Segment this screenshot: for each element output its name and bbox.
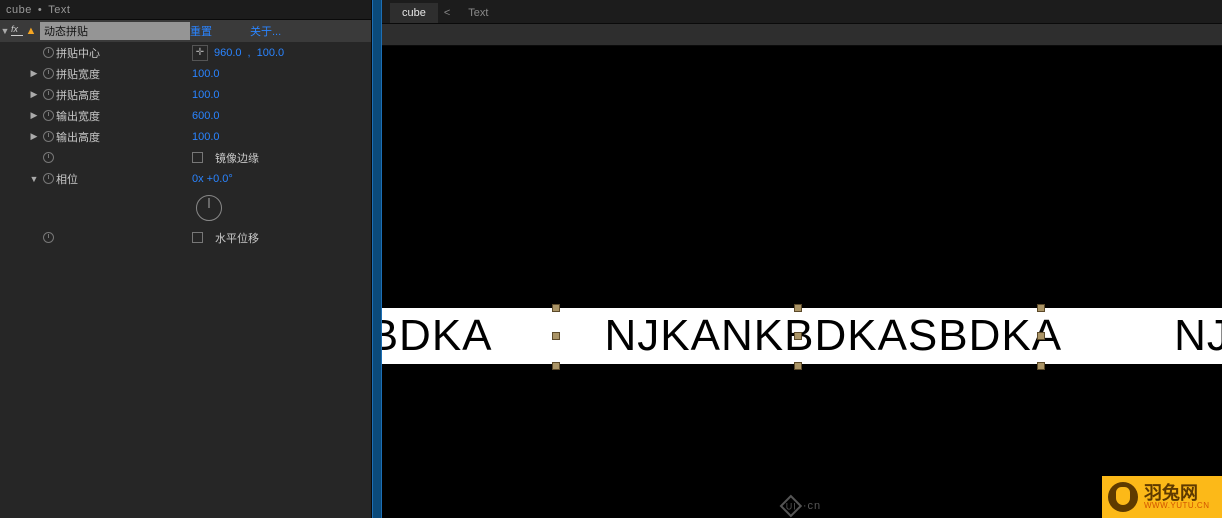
panel-splitter[interactable]: [372, 0, 382, 518]
text-segment: ASBDKA: [382, 311, 549, 361]
selection-handle[interactable]: [794, 304, 802, 312]
prop-label: 拼贴中心: [56, 45, 192, 61]
angle-dial[interactable]: [196, 195, 222, 221]
watermark-text: ·cn: [803, 500, 821, 512]
stopwatch-icon[interactable]: [40, 47, 56, 58]
checkbox-label: 水平位移: [215, 230, 259, 246]
twirl-right-icon[interactable]: ▶: [28, 131, 40, 142]
prop-mirror-edges: 镜像边缘: [0, 147, 371, 168]
prop-tile-center: 拼贴中心 ✛ 960.0, 100.0: [0, 42, 371, 63]
prop-label: 相位: [56, 171, 192, 187]
selection-handle[interactable]: [1037, 362, 1045, 370]
prop-label: 拼贴宽度: [56, 66, 192, 82]
warning-icon: ▲: [24, 25, 38, 37]
stopwatch-icon[interactable]: [40, 89, 56, 100]
effect-header-row[interactable]: ▼ ▲ 动态拼贴 重置 关于...: [0, 20, 371, 42]
prop-value[interactable]: 100.0: [192, 131, 220, 143]
prop-label: 拼贴高度: [56, 87, 192, 103]
prop-value[interactable]: 600.0: [192, 110, 220, 122]
prop-output-height: ▶ 输出高度 100.0: [0, 126, 371, 147]
twirl-right-icon[interactable]: ▶: [28, 110, 40, 121]
viewer-tabs: cube < Text: [382, 0, 1222, 24]
stopwatch-icon[interactable]: [40, 110, 56, 121]
watermark-en: WWW.YUTU.CN: [1144, 502, 1210, 510]
tab-label: cube: [402, 7, 426, 19]
twirl-right-icon[interactable]: ▶: [28, 89, 40, 100]
text-segment: NJKANKBDKASBDKA: [549, 311, 1119, 361]
twirl-down-icon[interactable]: ▼: [28, 174, 40, 184]
reset-link[interactable]: 重置: [190, 23, 250, 39]
watermark-cn: 羽兔网: [1144, 484, 1210, 502]
prop-label: 输出高度: [56, 129, 192, 145]
breadcrumb: cube • Text: [0, 0, 371, 20]
selection-handle[interactable]: [1037, 304, 1045, 312]
breadcrumb-sep: •: [38, 4, 42, 16]
stopwatch-icon[interactable]: [40, 152, 56, 163]
yutu-logo-icon: [1108, 482, 1138, 512]
stopwatch-icon[interactable]: [40, 68, 56, 79]
prop-output-width: ▶ 输出宽度 600.0: [0, 105, 371, 126]
prop-tile-height: ▶ 拼贴高度 100.0: [0, 84, 371, 105]
prop-value-x[interactable]: 960.0: [214, 47, 242, 59]
viewer-toolbar: [382, 24, 1222, 46]
tab-text[interactable]: Text: [456, 3, 500, 23]
prop-value[interactable]: 0x +0.0°: [192, 173, 233, 185]
fx-icon[interactable]: [10, 26, 24, 36]
text-segment: NJKANK: [1118, 311, 1222, 361]
composition-viewport[interactable]: ASBDKA NJKANKBDKASBDKA NJKANK UI ·cn 羽兔网: [382, 46, 1222, 518]
chevron-left-icon: <: [444, 7, 450, 19]
tab-cube[interactable]: cube: [390, 3, 438, 23]
text-layer[interactable]: ASBDKA NJKANKBDKASBDKA NJKANK: [382, 308, 1222, 364]
crosshair-icon[interactable]: ✛: [192, 45, 208, 61]
prop-tile-width: ▶ 拼贴宽度 100.0: [0, 63, 371, 84]
selection-handle[interactable]: [552, 332, 560, 340]
checkbox[interactable]: [192, 152, 203, 163]
selection-handle[interactable]: [552, 304, 560, 312]
twirl-right-icon[interactable]: ▶: [28, 68, 40, 79]
about-link[interactable]: 关于...: [250, 23, 371, 39]
prop-value[interactable]: 100.0: [192, 68, 220, 80]
prop-value[interactable]: 100.0: [192, 89, 220, 101]
prop-phase: ▼ 相位 0x +0.0°: [0, 168, 371, 189]
prop-value-y[interactable]: 100.0: [257, 47, 285, 59]
effect-name[interactable]: 动态拼贴: [40, 22, 190, 40]
checkbox-label: 镜像边缘: [215, 150, 259, 166]
viewer-panel: cube < Text ASBDKA NJKANKBDKASBDKA NJKAN…: [382, 0, 1222, 518]
selection-handle[interactable]: [794, 362, 802, 370]
twirl-down-icon[interactable]: ▼: [0, 26, 10, 36]
stopwatch-icon[interactable]: [40, 173, 56, 184]
stopwatch-icon[interactable]: [40, 232, 56, 243]
center-watermark: UI ·cn: [783, 498, 821, 514]
breadcrumb-item[interactable]: Text: [48, 4, 70, 16]
selection-handle[interactable]: [552, 362, 560, 370]
prop-hshift: 水平位移: [0, 227, 371, 248]
effects-panel: cube • Text ▼ ▲ 动态拼贴 重置 关于... 拼贴中心 ✛ 960…: [0, 0, 372, 518]
corner-watermark: 羽兔网 WWW.YUTU.CN: [1102, 476, 1222, 518]
stopwatch-icon[interactable]: [40, 131, 56, 142]
tab-nav-icon[interactable]: <: [438, 3, 456, 23]
prop-label: 输出宽度: [56, 108, 192, 124]
tab-label: Text: [468, 7, 488, 19]
selection-handle[interactable]: [1037, 332, 1045, 340]
checkbox[interactable]: [192, 232, 203, 243]
selection-handle[interactable]: [794, 332, 802, 340]
uicn-logo-icon: UI: [780, 495, 803, 518]
breadcrumb-item[interactable]: cube: [6, 4, 32, 16]
